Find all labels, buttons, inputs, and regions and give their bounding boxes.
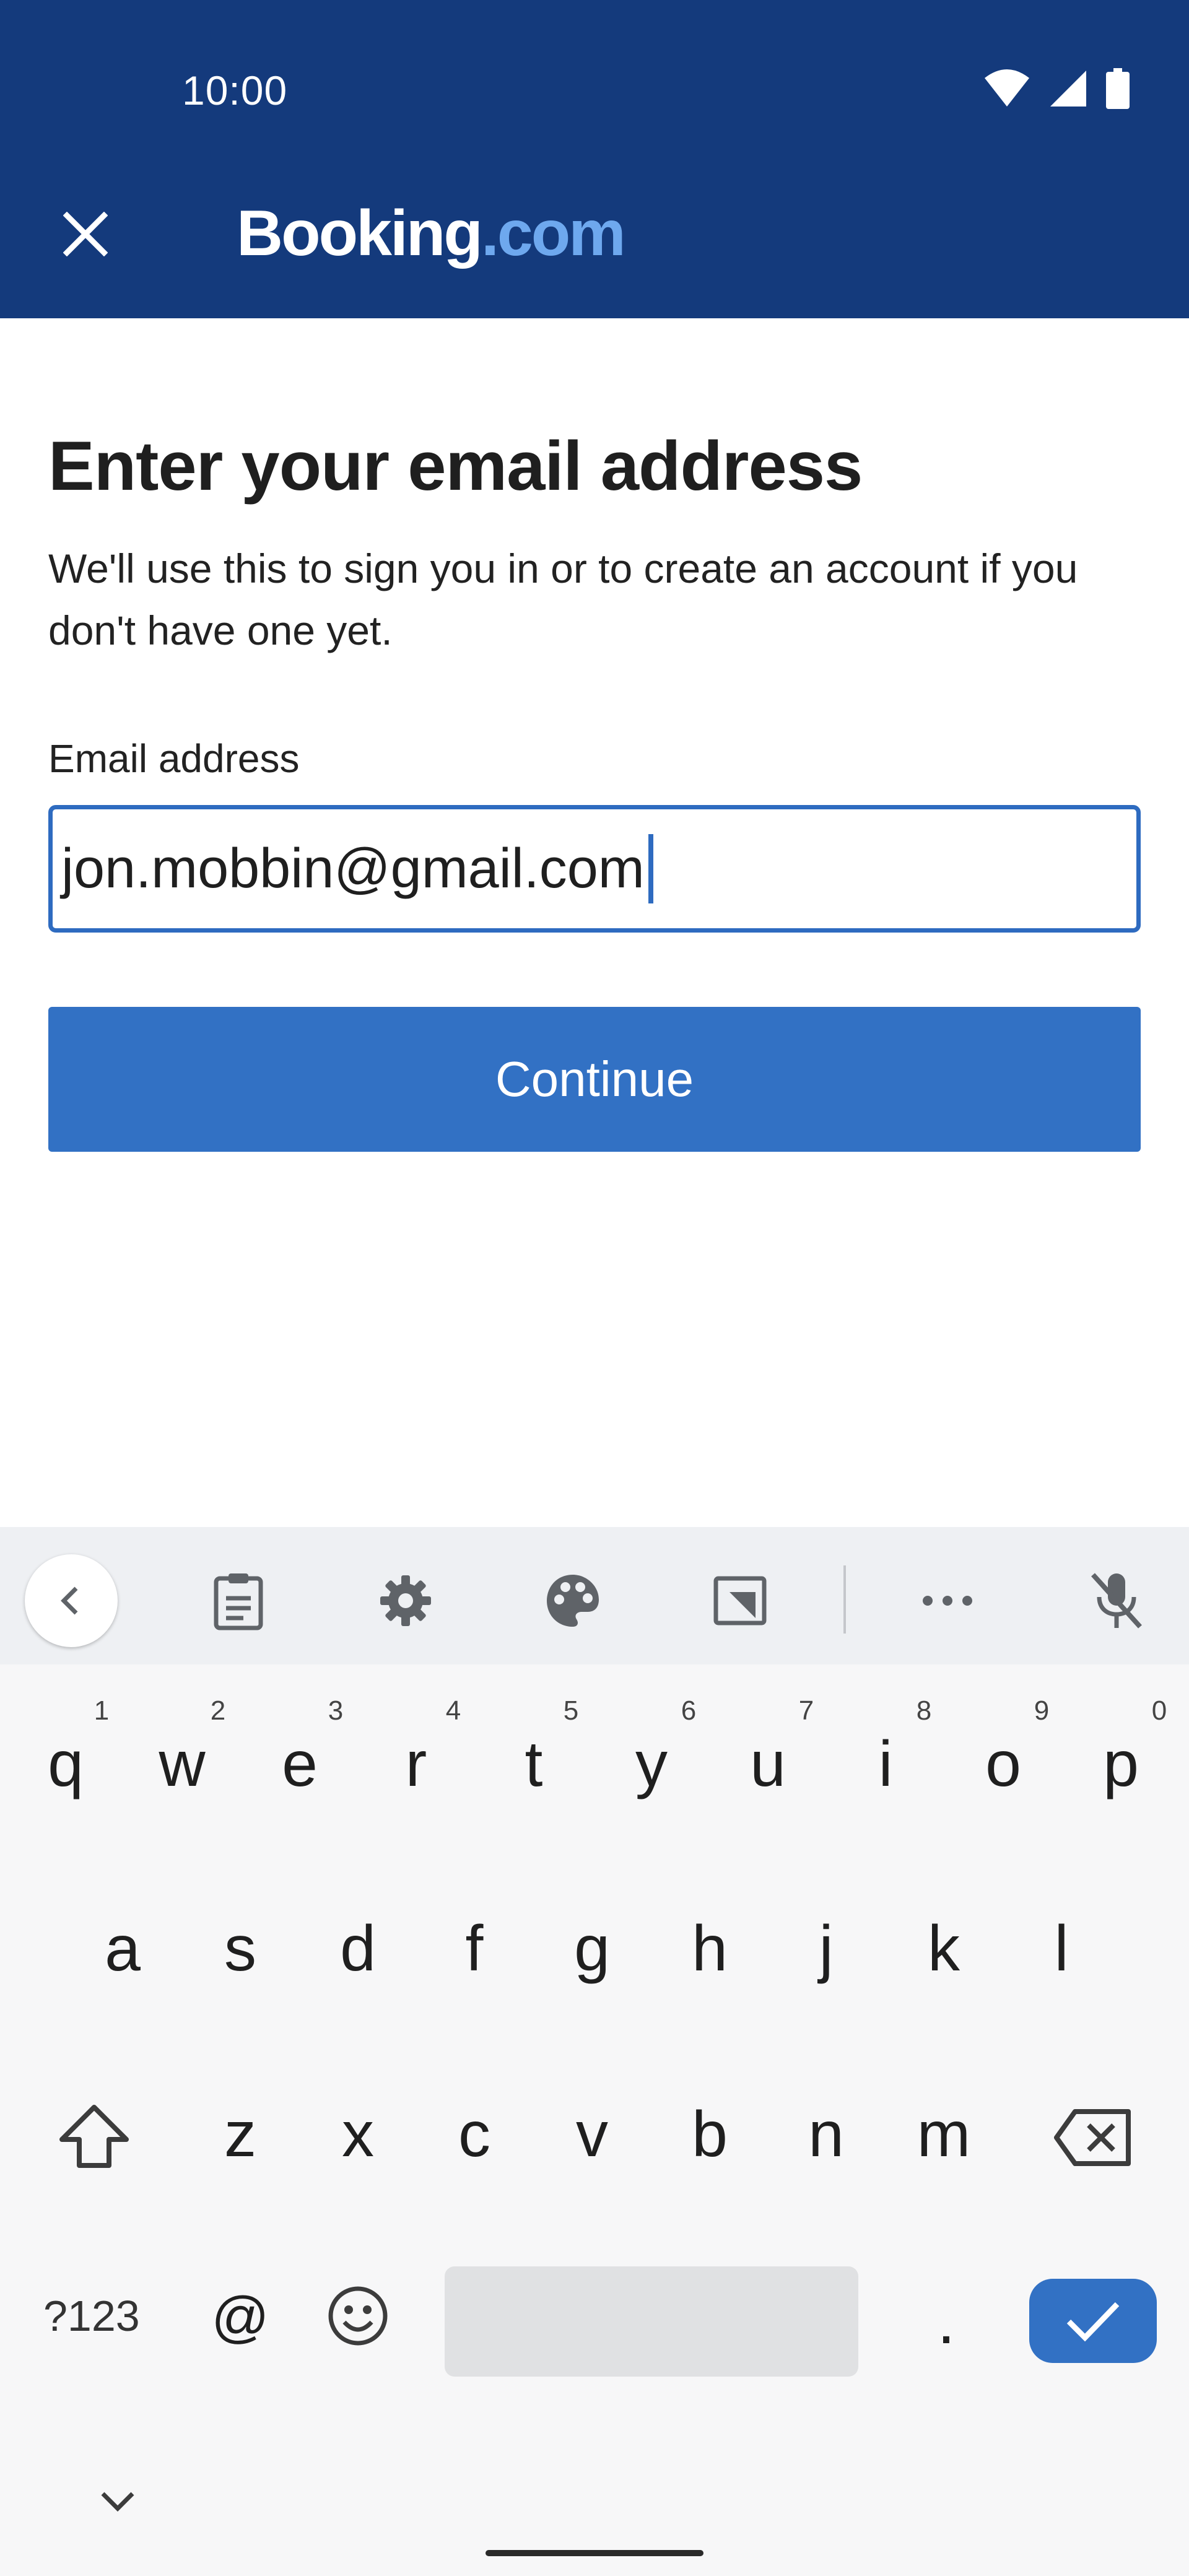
soft-keyboard [0,1527,1189,2576]
page-description: We'll use this to sign you in or to crea… [48,546,1078,653]
enter-key[interactable] [1029,2279,1157,2363]
key-hint: 9 [1034,1695,1050,1726]
key-hint: 0 [1151,1695,1167,1726]
key-hint: 5 [563,1695,579,1726]
key-hint: 2 [210,1695,226,1726]
settings-button[interactable] [359,1554,452,1647]
email-label: Email address [48,736,300,781]
key-h[interactable]: h [654,1912,765,1986]
theme-button[interactable] [526,1554,619,1647]
period-key[interactable]: . [891,2285,1002,2359]
shift-icon [59,2105,129,2168]
status-time: 10:00 [182,67,288,113]
key-k[interactable]: k [888,1912,1000,1986]
chevron-left-icon [61,1586,78,1615]
key-e[interactable]: e [244,1728,355,1801]
shift-key[interactable] [45,2093,144,2180]
wifi-icon [985,69,1029,107]
key-m[interactable]: m [888,2098,1000,2172]
key-q[interactable]: q [10,1728,121,1801]
key-r[interactable]: r [360,1728,472,1801]
toolbar-divider [843,1565,846,1634]
key-j[interactable]: j [770,1912,882,1986]
close-button[interactable] [43,197,128,271]
clipboard-button[interactable] [192,1554,285,1647]
clipboard-icon [214,1573,263,1630]
chevron-down-icon [101,2492,134,2512]
battery-icon [1106,68,1130,109]
gear-icon [380,1575,431,1626]
more-button[interactable] [901,1554,994,1647]
key-n[interactable]: n [770,2098,882,2172]
text-cursor [648,834,653,903]
key-d[interactable]: d [302,1912,414,1986]
emoji-key[interactable] [321,2279,395,2353]
email-value: jon.mobbin@gmail.com [61,837,645,900]
close-icon [63,212,108,256]
key-g[interactable]: g [536,1912,648,1986]
key-x[interactable]: x [302,2098,414,2172]
key-a[interactable]: a [67,1912,178,1986]
navigation-handle[interactable] [486,2550,703,2556]
app-header: 10:00 Booking.com [0,0,1189,318]
key-hint: 7 [798,1695,814,1726]
emoji-icon [328,2286,388,2346]
signal-icon [1050,71,1086,107]
hide-keyboard-button[interactable] [93,2483,142,2520]
key-y[interactable]: y [596,1728,707,1801]
continue-button[interactable]: Continue [48,1007,1141,1152]
key-b[interactable]: b [654,2098,765,2172]
symbols-key[interactable]: ?123 [43,2291,140,2341]
key-z[interactable]: z [185,2098,296,2172]
key-i[interactable]: i [830,1728,941,1801]
backspace-key[interactable] [1044,2100,1143,2175]
at-key[interactable]: @ [185,2285,296,2350]
key-t[interactable]: t [478,1728,590,1801]
status-icons [983,67,1130,110]
resize-button[interactable] [694,1554,786,1647]
check-icon [1066,2302,1120,2342]
key-hint: 8 [916,1695,932,1726]
key-hint: 3 [328,1695,344,1726]
keyboard-toolbar [0,1527,1189,1664]
key-l[interactable]: l [1006,1912,1117,1986]
resize-icon [713,1576,767,1625]
backspace-icon [1054,2109,1131,2166]
key-hint: 4 [445,1695,461,1726]
email-field[interactable]: jon.mobbin@gmail.com [48,805,1141,933]
mic-off-icon [1091,1573,1142,1629]
key-f[interactable]: f [419,1912,530,1986]
key-v[interactable]: v [536,2098,648,2172]
key-c[interactable]: c [419,2098,530,2172]
key-hint: 6 [681,1695,697,1726]
key-o[interactable]: o [947,1728,1059,1801]
key-w[interactable]: w [126,1728,238,1801]
key-u[interactable]: u [712,1728,824,1801]
logo-text: Booking [237,198,483,269]
palette-icon [547,1575,599,1627]
key-p[interactable]: p [1065,1728,1177,1801]
key-hint: 1 [94,1695,110,1726]
key-s[interactable]: s [185,1912,296,1986]
space-key[interactable] [445,2266,858,2377]
booking-logo: Booking.com [237,197,626,271]
more-icon [923,1596,972,1606]
page-title: Enter your email address [48,427,863,505]
keyboard-back-button[interactable] [25,1554,118,1647]
mic-off-button[interactable] [1070,1554,1163,1647]
logo-suffix: .com [481,198,626,269]
